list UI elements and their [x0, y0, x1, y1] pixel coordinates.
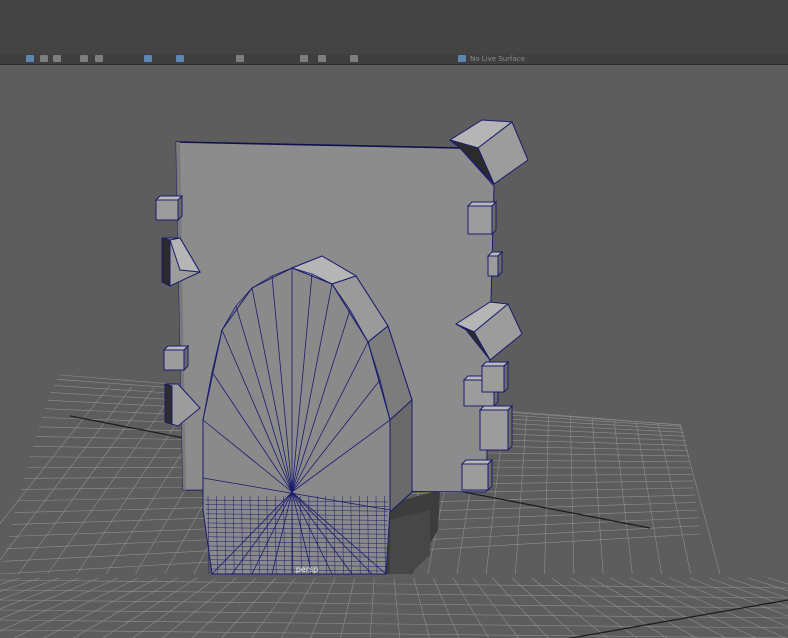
snap-point-icon[interactable]: [144, 55, 152, 62]
grid-line-near: [0, 577, 60, 600]
grid-line-near: [161, 577, 237, 638]
grid-line-near: [413, 577, 430, 638]
grid-line-near: [472, 577, 519, 638]
paint-select-icon[interactable]: [53, 55, 61, 62]
right-block: [461, 463, 489, 491]
grid-line-near: [452, 577, 490, 638]
right-block-side: [503, 360, 509, 394]
right-block: [467, 205, 493, 235]
grid-line-near: [251, 577, 296, 638]
grid-line-near: [0, 577, 99, 620]
grid-line-near: [393, 577, 401, 638]
status-line-toolbar: No Live Surface: [0, 54, 788, 65]
grid-line-near: [280, 577, 316, 638]
history-icon[interactable]: [236, 55, 244, 62]
live-surface-status: No Live Surface: [470, 55, 525, 63]
grid-line-near: [369, 577, 375, 638]
grid-line-near-h: [0, 589, 788, 599]
render-settings-icon[interactable]: [350, 55, 358, 62]
right-block: [479, 409, 509, 451]
right-block-top: [460, 459, 494, 465]
camera-label: persp: [295, 565, 319, 574]
left-block: [155, 199, 179, 221]
right-block: [481, 365, 505, 393]
snap-curve-icon[interactable]: [95, 55, 103, 62]
left-block-side: [177, 194, 183, 222]
grid-line-near: [0, 577, 20, 585]
grid-line-near: [340, 577, 355, 638]
grid-line-depth: [544, 415, 549, 575]
grid-line-depth: [515, 414, 527, 575]
left-block: [163, 349, 185, 371]
right-block-top: [478, 405, 514, 411]
live-surface-icon[interactable]: [458, 55, 466, 62]
right-block-side: [497, 250, 503, 278]
perspective-viewport[interactable]: persp: [0, 65, 788, 638]
right-block-side: [507, 404, 513, 452]
ipr-icon[interactable]: [318, 55, 326, 62]
grid-line-near: [310, 577, 336, 638]
grid-line-near: [0, 577, 40, 592]
render-icon[interactable]: [300, 55, 308, 62]
grid-line-depth: [0, 384, 111, 525]
lasso-icon[interactable]: [40, 55, 48, 62]
grid-line-near: [433, 577, 460, 638]
grid-line-near: [531, 577, 608, 638]
snap-grid-icon[interactable]: [80, 55, 88, 62]
grid-line-near-h: [0, 629, 788, 638]
right-block-top: [466, 201, 498, 207]
grid-line-near: [191, 577, 257, 638]
grid-line-depth: [592, 418, 604, 575]
grid-line-near: [102, 577, 198, 638]
right-block-side: [491, 200, 497, 236]
left-block-side: [183, 344, 189, 372]
grid-line-near-h: [0, 609, 788, 619]
grid-line-depth: [18, 387, 155, 575]
grid-line-near: [492, 577, 549, 638]
select-mode-icon[interactable]: [26, 55, 34, 62]
grid-line-near: [0, 577, 79, 610]
right-block-side: [487, 458, 493, 492]
grid-line-near: [13, 577, 139, 638]
grid-line-near-h: [0, 599, 788, 609]
menu-area: [0, 0, 788, 54]
grid-line-depth: [570, 417, 575, 575]
right-block: [487, 255, 499, 277]
grid-line-near: [72, 577, 178, 638]
snap-view-icon[interactable]: [176, 55, 184, 62]
scene-canvas[interactable]: [0, 65, 788, 638]
grid-line-near: [221, 577, 277, 638]
grid-line-near-h: [0, 579, 788, 589]
